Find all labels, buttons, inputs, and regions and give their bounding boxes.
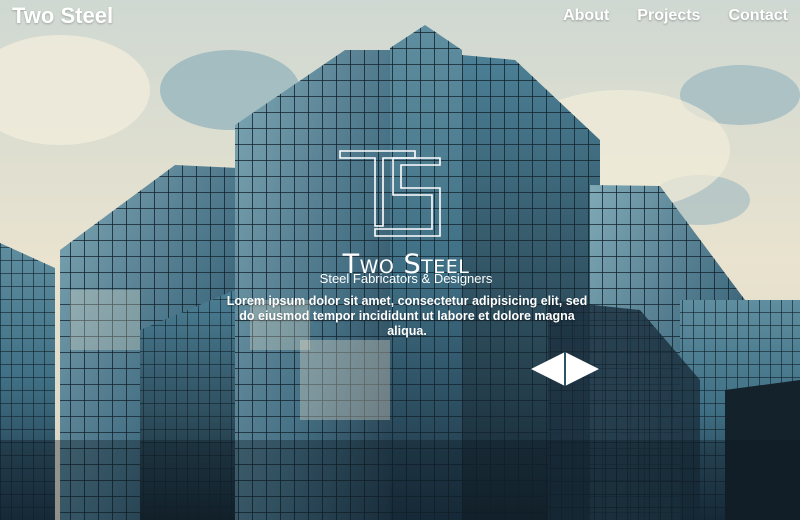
ts-monogram-icon (339, 150, 441, 237)
nav-projects-link[interactable]: Projects (637, 7, 700, 25)
hero-intro-text: Lorem ipsum dolor sit amet, consectetur … (226, 294, 588, 338)
brand-logo-link[interactable]: Two Steel (12, 3, 113, 29)
nav-about-link[interactable]: About (563, 7, 609, 25)
hero-logo: Two Steel Steel Fabricators & Designers (315, 148, 505, 288)
nav-contact-link[interactable]: Contact (728, 7, 788, 25)
logo-subtitle: Steel Fabricators & Designers (319, 271, 493, 286)
double-arrow-icon[interactable] (531, 352, 599, 386)
top-navigation-bar: Two Steel About Projects Contact (0, 0, 800, 34)
main-nav: About Projects Contact (563, 7, 788, 25)
